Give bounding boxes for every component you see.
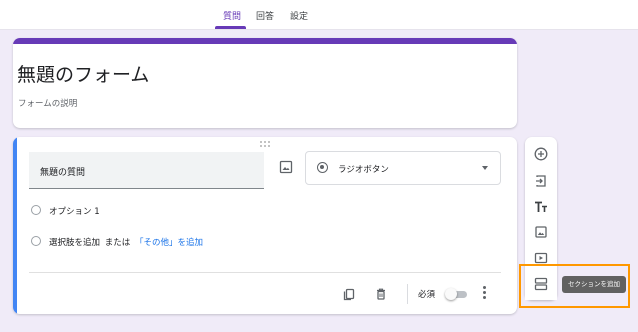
radio-button-icon [317,162,328,173]
import-questions-icon[interactable] [533,173,549,189]
drag-handle-icon[interactable] [258,141,272,147]
question-type-dropdown[interactable]: ラジオボタン [305,151,501,185]
add-title-text-icon[interactable] [533,199,549,215]
active-tab-indicator [215,26,246,29]
add-section-tooltip: セクションを追加 [562,276,626,293]
question-title-field[interactable]: 無題の質問 [29,152,264,189]
add-other-link[interactable]: 「その他」を追加 [135,238,203,248]
focus-indicator [13,137,17,314]
duplicate-icon[interactable] [342,286,356,301]
add-question-icon[interactable] [533,146,549,162]
form-title[interactable]: 無題のフォーム [17,60,149,87]
delete-icon[interactable] [374,286,388,300]
add-option-row: 選択肢を追加 または 「その他」を追加 [49,236,203,248]
tab-questions[interactable]: 質問 [222,9,242,22]
add-section-icon[interactable] [533,276,549,292]
dropdown-caret-icon [482,166,488,170]
or-text: または [104,238,131,248]
tab-settings[interactable]: 設定 [289,9,309,22]
option-1-text[interactable]: オプション 1 [49,205,100,217]
required-label: 必須 [418,290,436,300]
more-options-icon[interactable] [481,286,487,300]
option-radio-icon [31,205,41,215]
add-image-icon[interactable] [277,158,295,176]
top-bar: 質問 回答 設定 [0,0,638,30]
add-option-link[interactable]: 選択肢を追加 [49,238,100,248]
tab-responses[interactable]: 回答 [255,9,275,22]
form-description[interactable]: フォームの説明 [18,97,77,109]
card-footer-divider [29,272,501,273]
question-type-label: ラジオボタン [338,165,389,175]
add-image-tool-icon[interactable] [533,224,549,240]
title-card-accent [13,38,517,44]
footer-vertical-divider [407,284,408,304]
question-title-text: 無題の質問 [40,168,86,178]
required-toggle[interactable] [445,288,469,300]
add-option-radio-icon [31,236,41,246]
